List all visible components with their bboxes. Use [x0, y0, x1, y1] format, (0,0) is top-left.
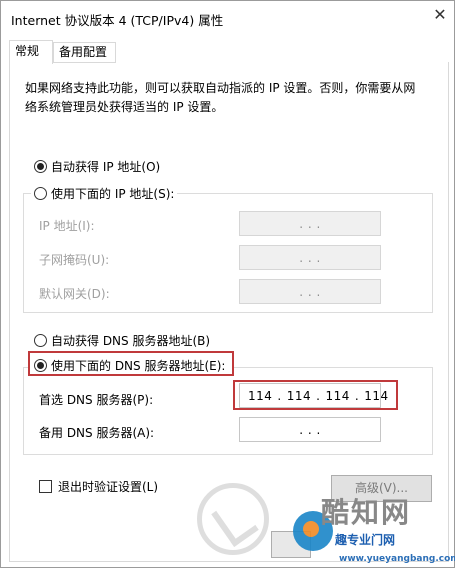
validate-label: 退出时验证设置(L): [58, 480, 159, 494]
close-icon[interactable]: ✕: [429, 5, 451, 25]
dot-separator: .: [354, 388, 360, 403]
watermark-url: www.yueyangbang.com: [339, 554, 455, 564]
ip-address-label: IP 地址(I):: [39, 219, 95, 233]
watermark-subtitle: 趣专业门网: [335, 533, 396, 547]
subnet-mask-label: 子网掩码(U):: [39, 253, 110, 267]
dialog-window: Internet 协议版本 4 (TCP/IPv4) 属性 ✕ 常规 备用配置 …: [0, 0, 455, 568]
preferred-dns-field[interactable]: 114 . 114 . 114 . 114: [239, 383, 388, 408]
default-gateway-field: . . .: [239, 279, 381, 304]
subnet-mask-field: . . .: [239, 245, 381, 270]
dns-manual-option[interactable]: 使用下面的 DNS 服务器地址(E):: [34, 357, 225, 374]
tab-alternate-config[interactable]: 备用配置: [53, 42, 116, 63]
dns-auto-radio[interactable]: [34, 334, 47, 347]
dns-octet-2: 114: [286, 388, 312, 403]
ip-manual-label: 使用下面的 IP 地址(S):: [51, 187, 175, 201]
validate-option[interactable]: 退出时验证设置(L): [39, 478, 158, 495]
ip-auto-radio[interactable]: [34, 160, 47, 173]
ip-address-field: . . .: [239, 211, 381, 236]
description-text: 如果网络支持此功能，则可以获取自动指派的 IP 设置。否则，你需要从网络系统管理…: [25, 81, 416, 114]
alternate-dns-value: . . .: [299, 422, 321, 437]
tab-general[interactable]: 常规: [9, 40, 53, 64]
dns-octet-1: 114: [248, 388, 273, 403]
default-gateway-label: 默认网关(D):: [39, 287, 110, 301]
subnet-mask-value: . . .: [299, 250, 321, 265]
alternate-dns-field[interactable]: . . .: [239, 417, 381, 442]
dot-separator: .: [277, 388, 282, 403]
dns-octet-4: 114: [364, 388, 389, 403]
dns-auto-option[interactable]: 自动获得 DNS 服务器地址(B): [34, 332, 210, 349]
validate-checkbox[interactable]: [39, 480, 52, 493]
default-gateway-value: . . .: [299, 284, 321, 299]
dns-octet-3: 114: [325, 388, 350, 403]
ip-address-value: . . .: [299, 216, 321, 231]
ip-manual-option[interactable]: 使用下面的 IP 地址(S):: [31, 185, 178, 202]
dns-auto-label: 自动获得 DNS 服务器地址(B): [51, 334, 211, 348]
ip-manual-radio[interactable]: [34, 187, 47, 200]
watermark-brand: 酷知网: [321, 496, 412, 529]
preferred-dns-label: 首选 DNS 服务器(P):: [39, 393, 154, 407]
ip-auto-option[interactable]: 自动获得 IP 地址(O): [34, 158, 160, 175]
window-title: Internet 协议版本 4 (TCP/IPv4) 属性: [11, 13, 224, 28]
dns-manual-label: 使用下面的 DNS 服务器地址(E):: [51, 359, 226, 373]
dns-manual-radio[interactable]: [34, 359, 47, 372]
ip-auto-label: 自动获得 IP 地址(O): [51, 160, 161, 174]
dot-separator: .: [316, 388, 321, 403]
alternate-dns-label: 备用 DNS 服务器(A):: [39, 426, 155, 440]
watermark-logo: [197, 483, 269, 555]
